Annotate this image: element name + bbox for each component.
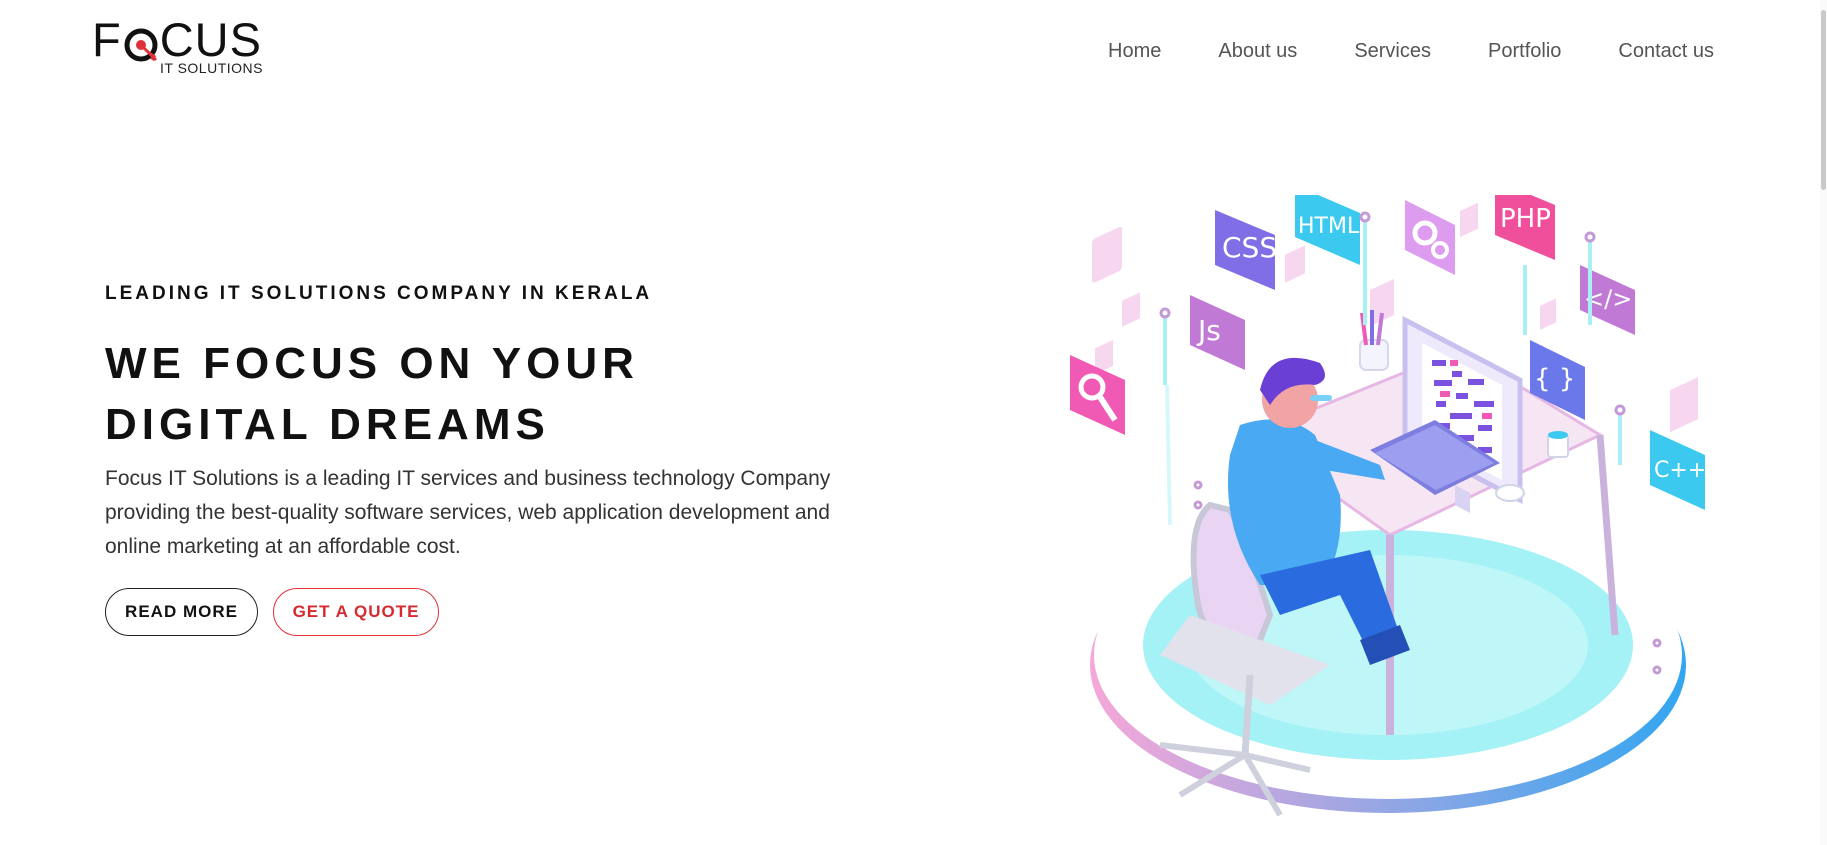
nav-contact-us[interactable]: Contact us (1618, 40, 1714, 63)
scrollbar[interactable] (1820, 0, 1827, 845)
gear-icon (1405, 200, 1455, 275)
nav-about-us[interactable]: About us (1218, 40, 1297, 63)
hero-illustration: CSS HTML PHP Js </> { } C++ (1070, 195, 1706, 817)
hero-headline: WE FOCUS ON YOUR DIGITAL DREAMS (105, 333, 805, 455)
read-more-button[interactable]: READ MORE (105, 588, 258, 636)
get-a-quote-button[interactable]: GET A QUOTE (273, 588, 439, 636)
hero-headline-line2: DIGITAL DREAMS (105, 400, 550, 449)
mouse-icon (1495, 484, 1525, 502)
logo-letters-cus: CUS (159, 13, 262, 66)
main-nav: Home About us Services Portfolio Contact… (1108, 40, 1714, 63)
tile-cpp-label: C++ (1654, 458, 1706, 483)
tile-css: CSS (1215, 210, 1277, 290)
nav-home[interactable]: Home (1108, 40, 1161, 63)
logo-subtitle: IT SOLUTIONS (160, 60, 263, 76)
hero-headline-line1: WE FOCUS ON YOUR (105, 339, 639, 388)
tile-curly-braces-label: { } (1534, 364, 1575, 394)
cup-icon (1547, 431, 1569, 458)
nav-portfolio[interactable]: Portfolio (1488, 40, 1561, 63)
tile-js: Js (1190, 295, 1245, 370)
page: F CUS IT SOLUTIONS Home About us Service… (0, 0, 1827, 845)
tile-php: PHP (1495, 195, 1555, 260)
tile-cpp: C++ (1650, 430, 1706, 510)
hero-description: Focus IT Solutions is a leading IT servi… (105, 467, 831, 558)
hero-eyebrow: LEADING IT SOLUTIONS COMPANY IN KERALA (105, 283, 653, 304)
nav-services[interactable]: Services (1354, 40, 1431, 63)
tile-js-label: Js (1196, 314, 1221, 347)
scrollbar-thumb[interactable] (1821, 10, 1826, 190)
tile-php-label: PHP (1500, 204, 1551, 234)
tile-html-label: HTML (1298, 214, 1360, 239)
logo[interactable]: F CUS IT SOLUTIONS (92, 16, 272, 78)
logo-wordmark: F CUS (92, 16, 262, 63)
target-icon (123, 22, 159, 61)
logo-letter-f: F (92, 13, 122, 66)
tile-css-label: CSS (1222, 231, 1277, 264)
